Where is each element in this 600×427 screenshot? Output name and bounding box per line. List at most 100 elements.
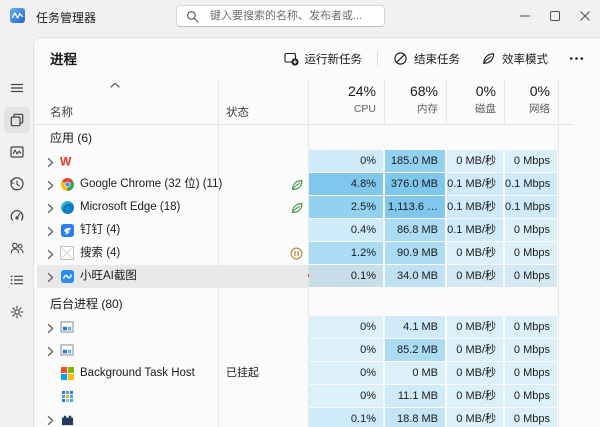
processes-panel: 进程 运行新任务 结束任务 效率模式 名称 状态 24% CPU 68% 内存 xyxy=(33,37,600,427)
process-name: 钉钉 (4) xyxy=(80,219,120,242)
disk-cell: 0 MB/秒 xyxy=(447,408,503,427)
cpu-cell: 4.8% xyxy=(309,173,383,195)
cpu-cell: 0.1% xyxy=(309,408,383,427)
process-icon-slot xyxy=(60,177,74,191)
network-cell: 0 Mbps xyxy=(505,362,557,384)
expand-chevron-icon[interactable] xyxy=(47,415,54,426)
sidebar-item-performance[interactable] xyxy=(4,139,30,165)
process-icon-slot xyxy=(60,366,74,380)
process-icon-slot xyxy=(60,246,74,260)
expand-chevron-icon[interactable] xyxy=(47,272,54,283)
sidebar-item-app-history[interactable] xyxy=(4,171,30,197)
details-icon xyxy=(9,272,25,288)
process-row[interactable]: 小旺AI截图 0.1% 34.0 MB 0 MB/秒 0 Mbps xyxy=(34,265,574,288)
maximize-button[interactable] xyxy=(540,0,570,32)
cpu-label: CPU xyxy=(308,101,376,117)
process-icon-slot xyxy=(60,269,74,283)
disk-cell: 0.1 MB/秒 xyxy=(447,219,503,241)
process-name: Background Task Host xyxy=(80,362,195,385)
process-row[interactable]: 0% 4.1 MB 0 MB/秒 0 Mbps xyxy=(34,316,574,339)
process-row[interactable]: 0.1% 18.8 MB 0 MB/秒 0 Mbps xyxy=(34,408,574,427)
cpu-cell: 0% xyxy=(309,339,383,361)
group-header: 后台进程 (80) xyxy=(50,293,123,315)
process-icon-slot xyxy=(60,343,74,357)
process-status-icon-slot xyxy=(290,178,304,195)
minimize-button[interactable] xyxy=(510,0,540,32)
disk-cell: 0 MB/秒 xyxy=(447,316,503,338)
memory-total-percent: 68% xyxy=(384,81,438,101)
sidebar-item-users[interactable] xyxy=(4,235,30,261)
efficiency-mode-label: 效率模式 xyxy=(502,51,548,67)
disk-cell: 0 MB/秒 xyxy=(447,339,503,361)
process-row[interactable]: 搜索 (4) 1.2% 90.9 MB 0 MB/秒 0 Mbps xyxy=(34,242,574,265)
column-header-disk[interactable]: 0% 磁盘 xyxy=(446,81,503,124)
pause-icon xyxy=(290,247,303,260)
expand-chevron-icon[interactable] xyxy=(47,226,54,237)
sidebar-item-menu[interactable] xyxy=(4,75,30,101)
process-row[interactable]: 钉钉 (4) 0.4% 86.8 MB 0.1 MB/秒 0 Mbps xyxy=(34,219,574,242)
column-header-memory[interactable]: 68% 内存 xyxy=(384,81,445,124)
sidebar-item-services[interactable] xyxy=(4,299,30,325)
expand-chevron-icon[interactable] xyxy=(47,157,54,168)
leaf-icon xyxy=(290,201,304,215)
process-row[interactable]: 0% 11.1 MB 0 MB/秒 0 Mbps xyxy=(34,385,574,408)
sidebar-item-processes[interactable] xyxy=(4,107,30,133)
toolbar-divider xyxy=(377,51,378,67)
process-status-icon-slot xyxy=(290,201,304,218)
column-header-cpu[interactable]: 24% CPU xyxy=(308,81,383,124)
column-header-status[interactable]: 状态 xyxy=(226,104,249,120)
close-icon xyxy=(580,11,590,21)
expand-chevron-icon[interactable] xyxy=(47,249,54,260)
performance-icon xyxy=(9,144,25,160)
navigation-sidebar xyxy=(0,32,33,427)
search-box[interactable] xyxy=(176,5,385,27)
sidebar-item-details[interactable] xyxy=(4,267,30,293)
more-options-button[interactable] xyxy=(560,45,593,72)
memory-label: 内存 xyxy=(384,101,438,117)
expand-chevron-icon[interactable] xyxy=(47,203,54,214)
column-header-network[interactable]: 0% 网络 xyxy=(504,81,557,124)
process-row[interactable]: W 0% 185.0 MB 0 MB/秒 0 Mbps xyxy=(34,150,574,173)
expand-chevron-icon[interactable] xyxy=(47,180,54,191)
process-row[interactable]: 0% 85.2 MB 0 MB/秒 0 Mbps xyxy=(34,339,574,362)
network-cell: 0 Mbps xyxy=(505,339,557,361)
memory-cell: 18.8 MB xyxy=(385,408,445,427)
task-manager-logo-icon xyxy=(10,8,25,23)
process-name: 搜索 (4) xyxy=(80,242,120,265)
window-title: 任务管理器 xyxy=(36,9,96,26)
expand-chevron-icon[interactable] xyxy=(47,323,54,334)
end-task-label: 结束任务 xyxy=(414,51,460,67)
search-input[interactable] xyxy=(208,9,375,23)
processes-icon xyxy=(9,112,25,128)
process-row[interactable]: Background Task Host 已挂起 0% 0 MB 0 MB/秒 … xyxy=(34,362,574,385)
process-row[interactable]: Google Chrome (32 位) (11) 4.8% 376.0 MB … xyxy=(34,173,574,196)
process-status: 已挂起 xyxy=(226,362,259,385)
process-icon-slot xyxy=(60,223,74,237)
uwp-icon xyxy=(60,343,74,357)
memory-cell: 90.9 MB xyxy=(385,242,445,264)
expand-chevron-icon[interactable] xyxy=(47,346,54,357)
network-total-percent: 0% xyxy=(504,81,550,101)
close-button[interactable] xyxy=(570,0,600,32)
efficiency-mode-button[interactable]: 效率模式 xyxy=(472,45,557,72)
network-cell: 0 Mbps xyxy=(505,242,557,264)
process-icon-slot: W xyxy=(60,154,74,168)
sidebar-item-startup-apps[interactable] xyxy=(4,203,30,229)
process-row[interactable]: Microsoft Edge (18) 2.5% 1,113.6 … 0.1 M… xyxy=(34,196,574,219)
toolbar: 运行新任务 结束任务 效率模式 xyxy=(275,45,594,72)
network-cell: 0.1 Mbps xyxy=(505,196,557,218)
castle-icon xyxy=(60,412,74,426)
disk-cell: 0 MB/秒 xyxy=(447,362,503,384)
end-task-button[interactable]: 结束任务 xyxy=(384,45,469,72)
disk-cell: 0.1 MB/秒 xyxy=(447,196,503,218)
network-cell: 0 Mbps xyxy=(505,219,557,241)
cpu-cell: 0% xyxy=(309,385,383,407)
window-controls xyxy=(510,0,600,32)
cpu-cell: 0.4% xyxy=(309,219,383,241)
column-header-name[interactable]: 名称 xyxy=(50,104,73,120)
svg-text:W: W xyxy=(60,155,72,169)
process-icon-slot xyxy=(60,412,74,426)
efficiency-leaf-icon xyxy=(481,51,496,66)
disk-label: 磁盘 xyxy=(446,101,496,117)
run-new-task-button[interactable]: 运行新任务 xyxy=(275,45,372,72)
